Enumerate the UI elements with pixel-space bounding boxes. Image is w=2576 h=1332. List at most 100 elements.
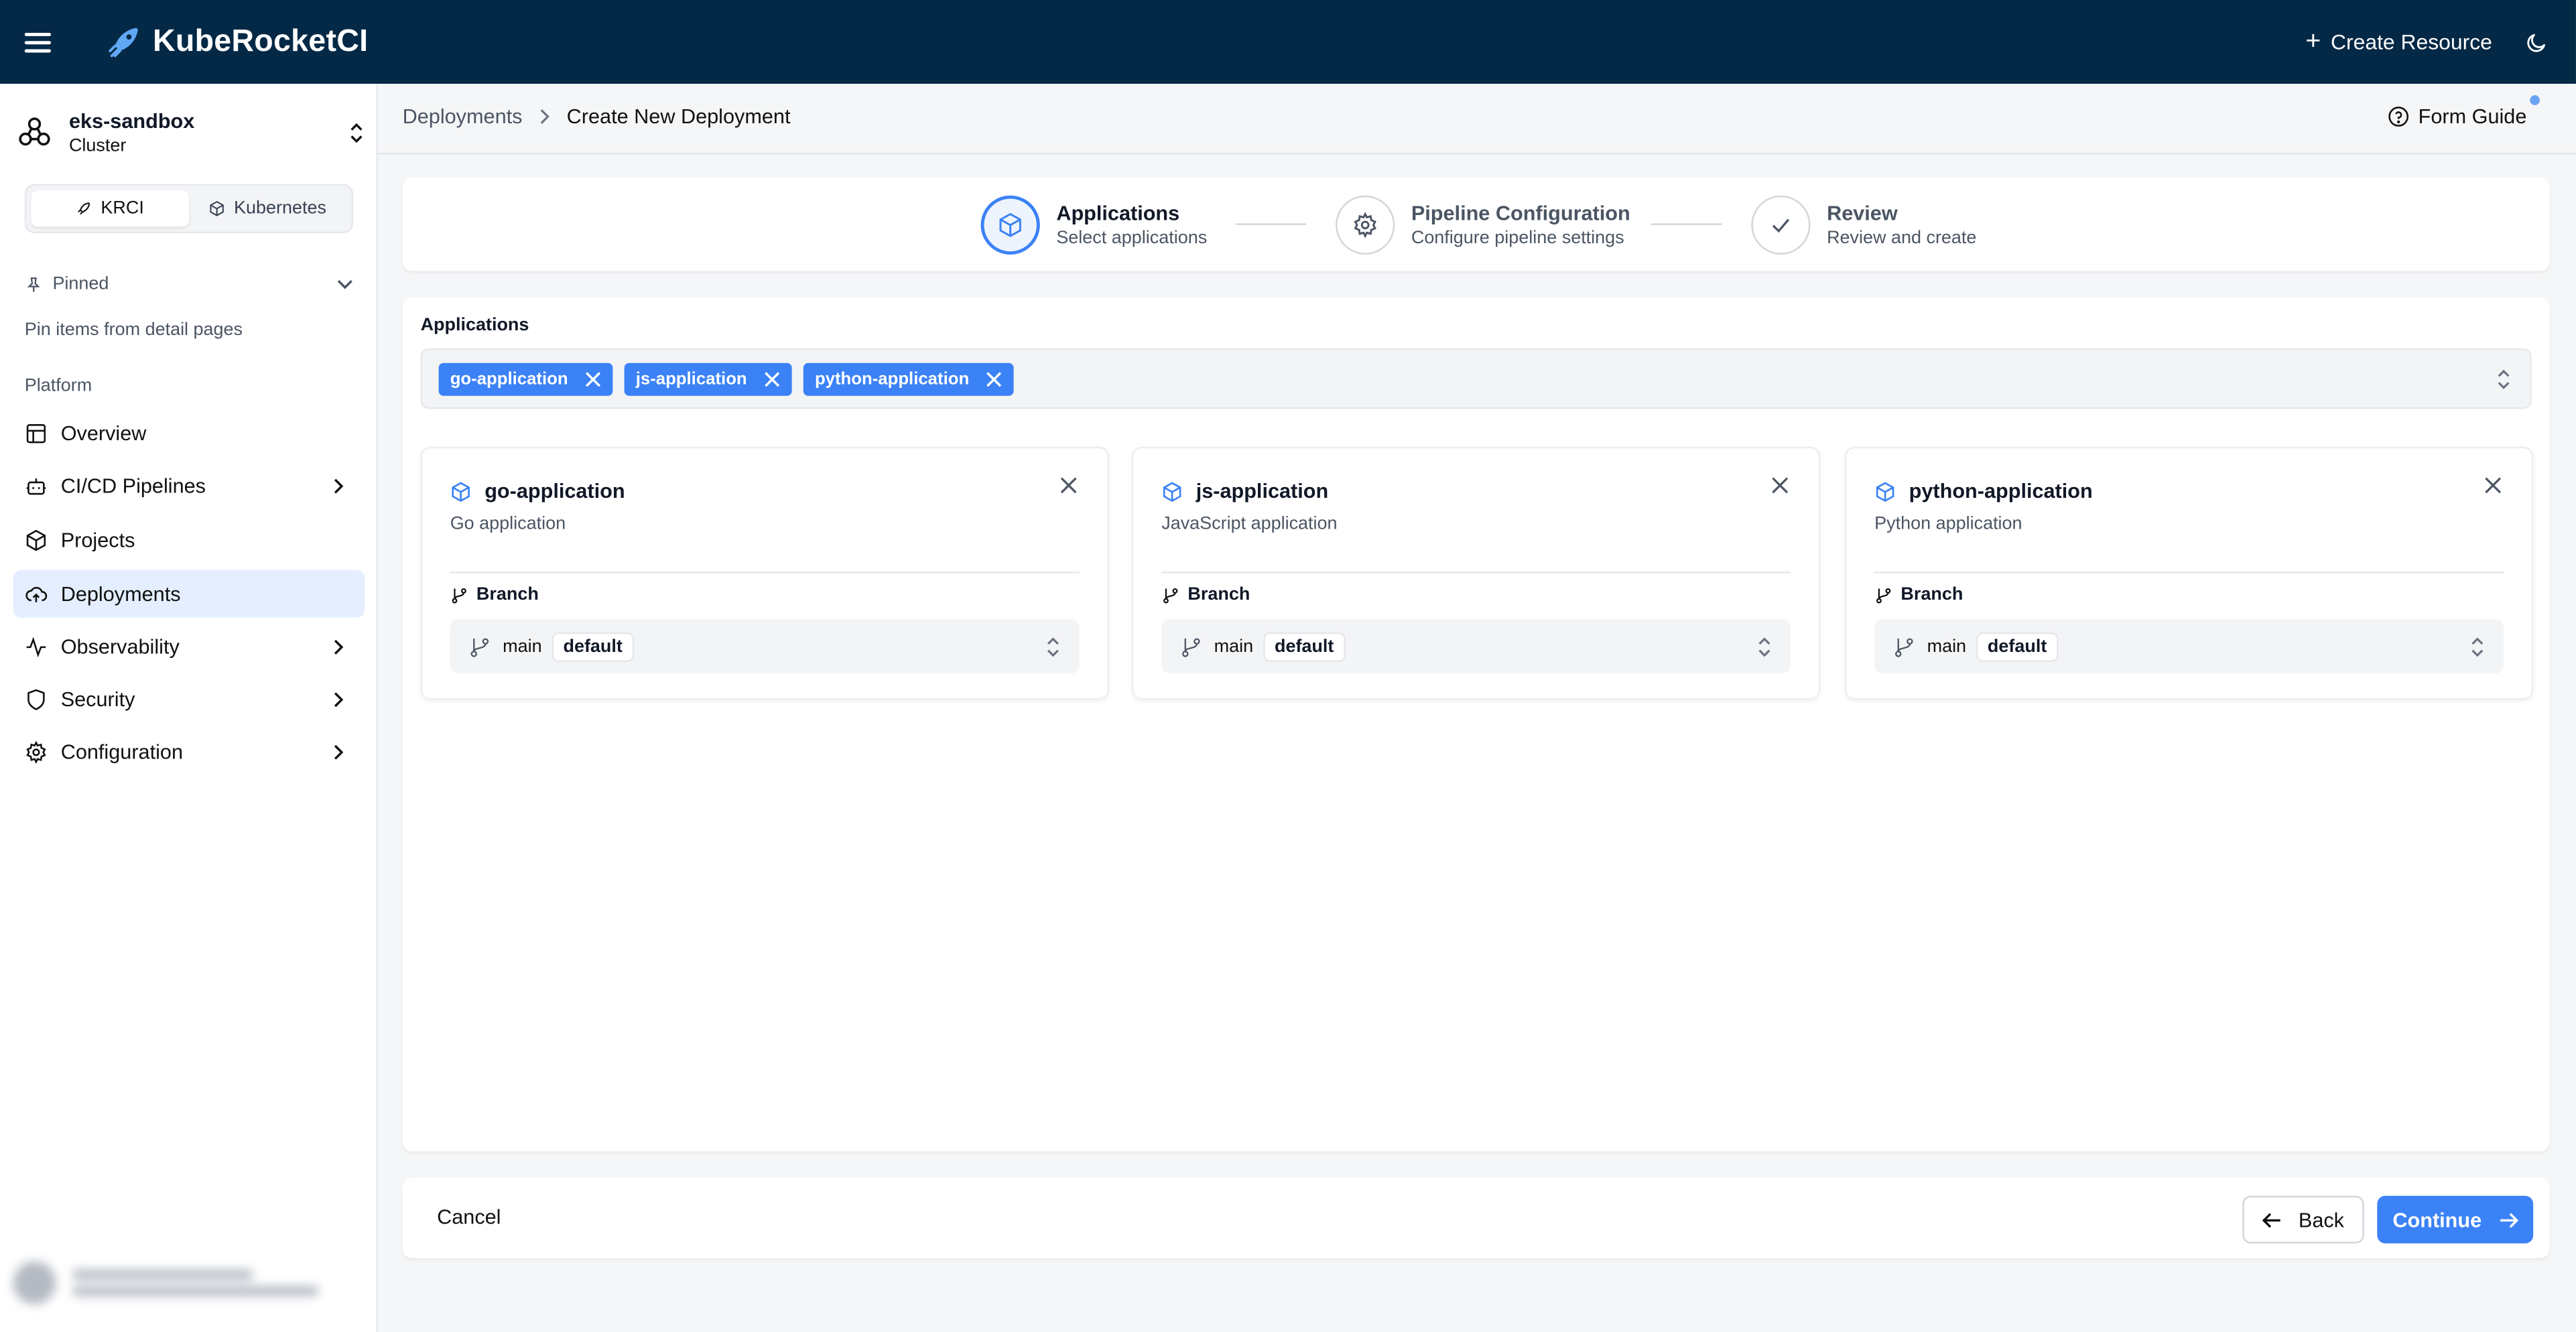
- shield-icon: [27, 688, 45, 710]
- sidebar-item-label: Configuration: [60, 740, 183, 763]
- form-guide-label: Form Guide: [2418, 105, 2527, 129]
- branch-name: main: [1927, 636, 1967, 657]
- layout-icon: [26, 423, 46, 443]
- avatar: [13, 1261, 56, 1305]
- step-pipeline-configuration[interactable]: Pipeline Configuration Configure pipelin…: [1336, 195, 1630, 255]
- branch-label: Branch: [1901, 584, 1963, 605]
- wizard-footer: Cancel Back Continue: [402, 1177, 2550, 1258]
- wizard-stepper: Applications Select applications Pipelin…: [402, 177, 2550, 271]
- brand[interactable]: KubeRocketCI: [103, 22, 368, 62]
- rocket-icon: [78, 202, 91, 215]
- switch-krci[interactable]: KRCI: [31, 190, 189, 227]
- step-circle: [1336, 195, 1395, 255]
- close-icon[interactable]: [2484, 476, 2502, 494]
- hamburger-icon[interactable]: [24, 31, 51, 52]
- box-icon: [210, 200, 224, 216]
- app-name: go-application: [485, 479, 625, 503]
- box-icon: [1876, 481, 1894, 501]
- breadcrumb: Deployments Create New Deployment: [403, 105, 791, 128]
- sidebar-item-projects[interactable]: Projects: [13, 516, 365, 563]
- app-description: Go application: [450, 514, 566, 534]
- cloud-upload-icon: [25, 586, 48, 602]
- plus-icon: +: [2305, 27, 2321, 56]
- branch-name: main: [1214, 636, 1254, 657]
- close-icon[interactable]: [1059, 476, 1078, 494]
- user-profile[interactable]: [13, 1253, 362, 1312]
- box-icon: [1163, 481, 1181, 501]
- sidebar-item-overview[interactable]: Overview: [13, 409, 365, 456]
- switch-kubernetes[interactable]: Kubernetes: [189, 190, 346, 226]
- platform-section-label: Platform: [24, 376, 92, 396]
- box-icon: [452, 481, 470, 501]
- switch-krci-label: KRCI: [101, 198, 144, 219]
- applications-multiselect[interactable]: go-application js-application python-app…: [420, 348, 2532, 409]
- applications-panel: Applications go-application js-applicati…: [402, 297, 2550, 1152]
- sidebar-item-label: Overview: [60, 421, 147, 445]
- create-resource-button[interactable]: + Create Resource: [2305, 27, 2492, 56]
- branch-label: Branch: [476, 584, 539, 605]
- notification-dot: [2530, 95, 2540, 105]
- continue-button[interactable]: Continue: [2377, 1195, 2534, 1244]
- git-branch-icon: [452, 587, 466, 603]
- chevrons-up-down-icon: [1758, 637, 1770, 657]
- step-title: Review: [1827, 201, 1898, 224]
- cluster-type: Cluster: [68, 135, 127, 155]
- step-subtitle: Configure pipeline settings: [1411, 227, 1624, 247]
- chevrons-up-down-icon: [2471, 637, 2484, 657]
- branch-select[interactable]: main default: [450, 619, 1080, 674]
- pinned-hint: Pin items from detail pages: [24, 320, 243, 340]
- git-branch-icon: [1876, 587, 1891, 603]
- chip-label: js-application: [635, 369, 747, 390]
- chip-python-application: python-application: [803, 362, 1014, 396]
- app-card-go-application: go-application Go application Branch mai…: [420, 446, 1109, 700]
- mode-switcher: KRCI Kubernetes: [24, 184, 354, 234]
- git-branch-icon: [1163, 587, 1178, 603]
- gear-icon: [26, 740, 46, 763]
- pinned-section-toggle[interactable]: Pinned: [25, 274, 353, 294]
- cluster-icon: [19, 117, 50, 146]
- arrow-right-icon: [2500, 1212, 2518, 1227]
- step-circle: [980, 195, 1040, 255]
- chevrons-up-down-icon[interactable]: [2497, 368, 2510, 391]
- sidebar-item-configuration[interactable]: Configuration: [13, 728, 365, 775]
- close-icon[interactable]: [1771, 476, 1789, 494]
- step-circle: [1751, 195, 1811, 255]
- chevrons-up-down-icon: [1047, 637, 1059, 657]
- cancel-button[interactable]: Cancel: [437, 1205, 501, 1228]
- step-applications[interactable]: Applications Select applications: [980, 195, 1207, 255]
- sidebar-item-label: CI/CD Pipelines: [60, 474, 206, 497]
- moon-icon[interactable]: [2525, 30, 2548, 53]
- chip-js-application: js-application: [624, 362, 791, 396]
- cluster-selector[interactable]: eks-sandbox Cluster: [17, 107, 365, 159]
- branch-name: main: [503, 636, 542, 657]
- sidebar-item-observability[interactable]: Observability: [13, 622, 365, 670]
- sidebar-item-label: Observability: [60, 635, 180, 658]
- close-icon[interactable]: [584, 371, 601, 388]
- chevron-right-icon: [334, 744, 344, 759]
- chevron-right-icon: [334, 639, 344, 654]
- sidebar-item-cicd-pipelines[interactable]: CI/CD Pipelines: [13, 462, 365, 509]
- bot-icon: [26, 477, 46, 494]
- branch-select[interactable]: main default: [1161, 619, 1791, 674]
- sidebar-item-label: Projects: [60, 528, 135, 551]
- app-description: JavaScript application: [1161, 514, 1338, 534]
- app-name: python-application: [1909, 479, 2093, 503]
- app-name: js-application: [1196, 479, 1329, 503]
- branch-select[interactable]: main default: [1874, 619, 2504, 674]
- sidebar-item-security[interactable]: Security: [13, 675, 365, 723]
- sidebar-item-deployments[interactable]: Deployments: [13, 570, 365, 618]
- continue-label: Continue: [2392, 1208, 2482, 1231]
- default-badge: default: [552, 631, 635, 661]
- help-circle-icon: [2388, 107, 2409, 127]
- app-card-js-application: js-application JavaScript application Br…: [1132, 446, 1821, 700]
- sidebar-item-label: Deployments: [60, 582, 181, 606]
- back-button[interactable]: Back: [2242, 1195, 2364, 1244]
- close-icon[interactable]: [763, 371, 780, 388]
- step-connector: [1235, 223, 1306, 225]
- breadcrumb-deployments[interactable]: Deployments: [403, 105, 523, 128]
- step-review[interactable]: Review Review and create: [1751, 195, 1976, 255]
- sidebar: eks-sandbox Cluster KRCI Kubernetes Pinn…: [0, 84, 378, 1332]
- close-icon[interactable]: [986, 371, 1003, 388]
- default-badge: default: [1976, 631, 2059, 661]
- form-guide-button[interactable]: Form Guide: [2387, 105, 2526, 128]
